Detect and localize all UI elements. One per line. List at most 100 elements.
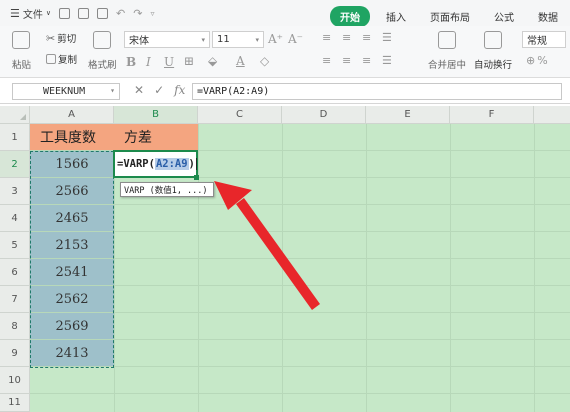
increase-font-icon[interactable]: A⁺ <box>268 32 283 46</box>
save-icon[interactable] <box>59 7 70 19</box>
row-header-8[interactable]: 8 <box>0 313 30 340</box>
align-right-icon[interactable]: ≡ <box>362 54 371 67</box>
chevron-down-icon: ∨ <box>45 9 51 17</box>
row-header-11[interactable]: 11 <box>0 394 30 412</box>
tab-insert[interactable]: 插入 <box>370 9 418 24</box>
undo-icon[interactable]: ↶ <box>116 7 125 20</box>
align-bottom-icon[interactable]: ≡ <box>362 31 371 44</box>
confirm-icon[interactable]: ✓ <box>154 83 164 97</box>
formula-input[interactable]: =VARP(A2:A9) <box>192 83 562 100</box>
spreadsheet-grid[interactable]: A B C D E F 1 2 3 4 5 6 7 8 9 10 11 工具度数… <box>0 106 570 412</box>
tab-data[interactable]: 数据 <box>526 9 570 24</box>
formula-prefix: =VARP( <box>117 158 155 170</box>
tab-formulas[interactable]: 公式 <box>482 9 526 24</box>
scissors-icon: ✂ <box>46 31 56 45</box>
column-header-a[interactable]: A <box>30 106 114 124</box>
arrow-head <box>214 181 252 210</box>
tab-home[interactable]: 开始 <box>330 6 370 27</box>
file-menu-label: 文件 <box>22 9 43 21</box>
cell-a6[interactable]: 2541 <box>30 259 114 285</box>
cell-b2-editor[interactable]: =VARP(A2:A9) <box>113 150 198 178</box>
copy-icon <box>46 54 56 64</box>
row-header-10[interactable]: 10 <box>0 367 30 394</box>
align-middle-icon[interactable]: ≡ <box>342 31 351 44</box>
copy-button[interactable]: 复制 <box>46 52 77 66</box>
fill-handle[interactable] <box>194 175 199 180</box>
cell-a9[interactable]: 2413 <box>30 340 114 366</box>
row-header-7[interactable]: 7 <box>0 286 30 313</box>
clipboard-icon <box>12 31 30 49</box>
cell-a3[interactable]: 2566 <box>30 178 114 204</box>
brush-icon <box>93 31 112 49</box>
merge-cells-icon <box>438 31 456 49</box>
row-header-6[interactable]: 6 <box>0 259 30 286</box>
row-header-5[interactable]: 5 <box>0 232 30 259</box>
column-header-d[interactable]: D <box>282 106 366 124</box>
paste-button[interactable]: 粘贴 <box>12 31 31 71</box>
row-header-2[interactable]: 2 <box>0 151 30 178</box>
number-format-select[interactable]: 常规 <box>522 31 566 48</box>
percent-button[interactable]: ⊕ % <box>526 54 548 67</box>
wrap-text-button[interactable]: 自动换行 <box>474 31 512 71</box>
cell-a8[interactable]: 2569 <box>30 313 114 339</box>
name-box-value: WEEKNUM <box>43 86 86 97</box>
print-preview-icon[interactable] <box>97 7 108 19</box>
customize-toolbar-icon[interactable]: ▿ <box>150 9 154 18</box>
clear-format-icon[interactable]: ◇ <box>260 54 269 68</box>
cut-label: 剪切 <box>57 34 77 45</box>
arrow-shaft <box>236 198 320 310</box>
paste-label: 粘贴 <box>12 60 32 71</box>
justify-icon[interactable]: ☰ <box>382 54 392 67</box>
function-tooltip: VARP (数值1, ...) <box>120 182 214 197</box>
column-header-e[interactable]: E <box>366 106 450 124</box>
print-icon[interactable] <box>78 7 89 19</box>
cancel-icon[interactable]: ✕ <box>134 83 144 97</box>
indent-icon[interactable]: ☰ <box>382 31 392 44</box>
align-center-icon[interactable]: ≡ <box>342 54 351 67</box>
font-size-value: 11 <box>217 34 230 45</box>
format-painter-label: 格式刷 <box>88 60 117 71</box>
cell-a7[interactable]: 2562 <box>30 286 114 312</box>
font-color-icon[interactable]: A <box>236 54 245 68</box>
copy-label: 复制 <box>58 55 78 66</box>
italic-icon[interactable]: I <box>146 55 151 69</box>
name-box[interactable]: WEEKNUM ▾ <box>12 83 120 100</box>
wrap-text-label: 自动换行 <box>474 60 513 71</box>
cell-a1[interactable]: 工具度数 <box>30 124 114 150</box>
cell-a4[interactable]: 2465 <box>30 205 114 231</box>
cut-button[interactable]: ✂ 剪切 <box>46 31 77 46</box>
row-header-4[interactable]: 4 <box>0 205 30 232</box>
insert-function-icon[interactable]: fx <box>174 83 185 97</box>
formula-suffix: ) <box>188 158 195 170</box>
row-header-3[interactable]: 3 <box>0 178 30 205</box>
file-menu[interactable]: ☰ 文件 ∨ <box>6 6 55 21</box>
borders-icon[interactable]: ⊞ <box>184 54 194 68</box>
align-left-icon[interactable]: ≡ <box>322 54 331 67</box>
bold-icon[interactable]: B <box>126 55 136 69</box>
column-header-f[interactable]: F <box>450 106 534 124</box>
merge-center-button[interactable]: 合并居中 <box>428 31 466 71</box>
format-painter-button[interactable]: 格式刷 <box>88 31 117 71</box>
number-format-value: 常规 <box>527 36 547 47</box>
formula-range-ref: A2:A9 <box>154 158 189 170</box>
font-size-select[interactable]: 11 ▾ <box>212 31 264 48</box>
cell-a2[interactable]: 1566 <box>30 151 114 177</box>
wrap-text-icon <box>484 31 502 49</box>
font-name-select[interactable]: 宋体 ▾ <box>124 31 210 48</box>
decrease-font-icon[interactable]: A⁻ <box>288 32 303 46</box>
tab-page-layout[interactable]: 页面布局 <box>418 9 482 24</box>
underline-icon[interactable]: U <box>164 55 174 69</box>
fill-color-icon[interactable]: ⬙ <box>208 54 217 68</box>
column-header-g[interactable] <box>534 106 570 124</box>
redo-icon[interactable]: ↷ <box>133 7 142 20</box>
merge-center-label: 合并居中 <box>428 60 467 71</box>
column-header-b[interactable]: B <box>114 106 198 124</box>
menu-bar: ☰ 文件 ∨ ↶ ↷ ▿ 开始 插入 页面布局 公式 数据 <box>0 0 570 27</box>
select-all-corner[interactable] <box>0 106 30 124</box>
column-header-c[interactable]: C <box>198 106 282 124</box>
align-top-icon[interactable]: ≡ <box>322 31 331 44</box>
cell-b1[interactable]: 方差 <box>114 124 198 150</box>
row-header-1[interactable]: 1 <box>0 124 30 151</box>
cell-a5[interactable]: 2153 <box>30 232 114 258</box>
row-header-9[interactable]: 9 <box>0 340 30 367</box>
